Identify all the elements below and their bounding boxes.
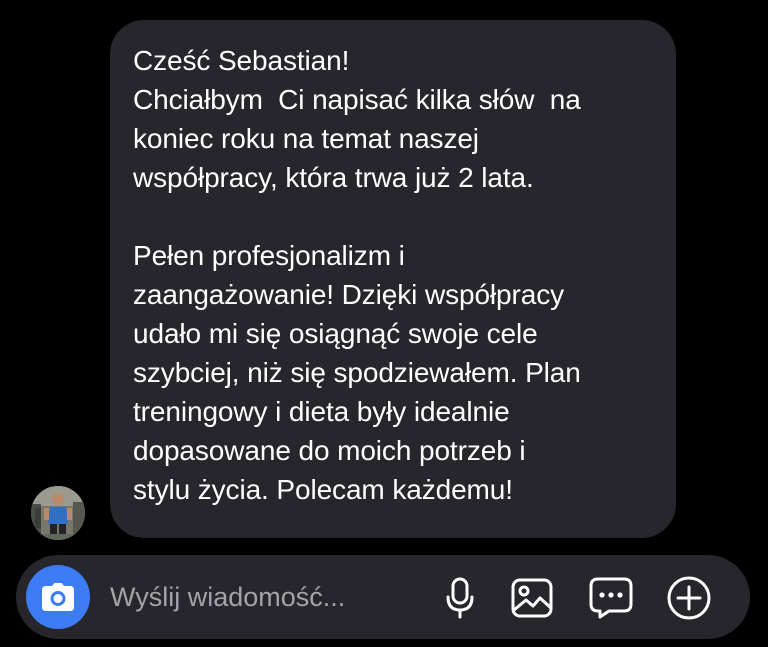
camera-icon [42, 583, 74, 611]
message-line: szybciej, niż się spodziewałem. Plan [133, 357, 581, 388]
message-composer: Wyślij wiadomość... [16, 555, 750, 639]
message-line: współpracy, która trwa już 2 lata. [133, 162, 534, 193]
camera-button[interactable] [26, 565, 90, 629]
message-line: stylu życia. Polecam każdemu! [133, 474, 513, 505]
plus-circle-icon [667, 576, 711, 620]
microphone-button[interactable] [437, 575, 483, 621]
sender-avatar[interactable] [31, 486, 85, 540]
message-line: koniec roku na temat naszej [133, 123, 479, 154]
message-input[interactable]: Wyślij wiadomość... [110, 580, 345, 614]
message-line: Cześć Sebastian! [133, 45, 350, 76]
message-line: zaangażowanie! Dzięki współpracy [133, 279, 565, 310]
chat-sticker-button[interactable] [588, 575, 634, 621]
image-icon [511, 578, 553, 618]
message-paragraph-2: Pełen profesjonalizm i zaangażowanie! Dz… [133, 236, 656, 509]
message-line: udało mi się osiągnąć swoje cele [133, 318, 538, 349]
message-bubble[interactable]: Cześć Sebastian! Chciałbym Ci napisać ki… [110, 20, 676, 538]
message-line: Chciałbym Ci napisać kilka słów na [133, 84, 581, 115]
add-button[interactable] [666, 575, 712, 621]
message-line: dopasowane do moich potrzeb i [133, 435, 526, 466]
chat-screen: Cześć Sebastian! Chciałbym Ci napisać ki… [0, 0, 768, 647]
message-line: Pełen profesjonalizm i [133, 240, 405, 271]
microphone-icon [446, 577, 474, 619]
chat-bubble-icon [589, 577, 633, 619]
gallery-button[interactable] [509, 575, 555, 621]
avatar-photo [31, 486, 85, 540]
message-paragraph-1: Cześć Sebastian! Chciałbym Ci napisać ki… [133, 41, 656, 197]
message-line: treningowy i dieta były idealnie [133, 396, 510, 427]
